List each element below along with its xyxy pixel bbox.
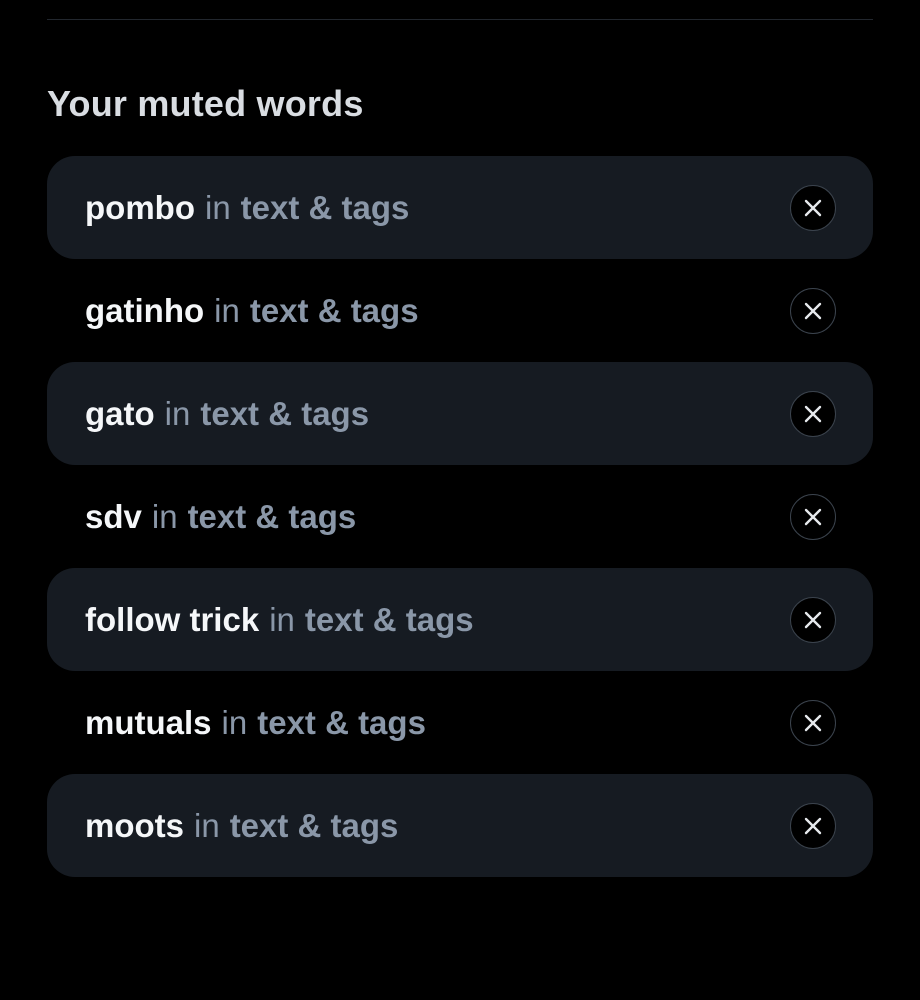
in-label: in: [214, 291, 240, 329]
muted-word: gato: [85, 394, 155, 432]
in-label: in: [204, 188, 231, 226]
remove-muted-word-button[interactable]: [790, 699, 836, 746]
muted-word-row: follow trick in text & tags: [47, 568, 873, 671]
muted-word-row: gato in text & tags: [47, 362, 873, 465]
remove-muted-word-button[interactable]: [790, 287, 836, 334]
section-title: Your muted words: [47, 83, 364, 124]
mute-target: text & tags: [257, 703, 426, 741]
in-label: in: [151, 497, 178, 535]
mute-target: text & tags: [304, 600, 474, 638]
close-icon: [804, 611, 822, 628]
muted-word: gatinho: [85, 291, 205, 329]
remove-muted-word-button[interactable]: [790, 390, 836, 437]
muted-word-row: sdv in text & tags: [47, 465, 873, 568]
remove-muted-word-button[interactable]: [790, 802, 836, 849]
in-label: in: [269, 600, 295, 638]
mute-target: text & tags: [240, 188, 410, 226]
muted-word: pombo: [85, 188, 195, 226]
close-icon: [804, 302, 822, 319]
close-icon: [804, 405, 822, 422]
mute-target: text & tags: [229, 806, 399, 844]
muted-word-row: pombo in text & tags: [47, 156, 873, 259]
muted-word-row: mutuals in text & tags: [47, 671, 873, 774]
muted-word-text: sdv in text & tags: [85, 497, 356, 537]
muted-word-row: moots in text & tags: [47, 774, 873, 877]
muted-word-text: gato in text & tags: [85, 394, 369, 434]
muted-word-text: pombo in text & tags: [85, 188, 409, 228]
muted-word-text: moots in text & tags: [85, 806, 398, 846]
mute-target: text & tags: [187, 497, 357, 535]
remove-muted-word-button[interactable]: [790, 184, 836, 231]
muted-words-list: pombo in text & tags gatinho in text & tags …: [47, 156, 873, 877]
mute-target: text & tags: [200, 394, 370, 432]
close-icon: [804, 817, 822, 834]
remove-muted-word-button[interactable]: [790, 493, 836, 540]
in-label: in: [164, 394, 191, 432]
close-icon: [804, 199, 822, 216]
muted-word: sdv: [85, 497, 142, 535]
in-label: in: [194, 806, 220, 844]
muted-word: moots: [85, 806, 184, 844]
close-icon: [804, 508, 822, 525]
muted-word: follow trick: [85, 600, 260, 638]
muted-word-text: follow trick in text & tags: [85, 600, 474, 640]
close-icon: [804, 714, 822, 731]
muted-word-text: gatinho in text & tags: [85, 291, 419, 331]
muted-word-row: gatinho in text & tags: [47, 259, 873, 362]
in-label: in: [221, 703, 248, 741]
mute-target: text & tags: [249, 291, 419, 329]
muted-word: mutuals: [85, 703, 212, 741]
remove-muted-word-button[interactable]: [790, 596, 836, 643]
muted-word-text: mutuals in text & tags: [85, 703, 426, 743]
section-divider: [47, 19, 873, 20]
